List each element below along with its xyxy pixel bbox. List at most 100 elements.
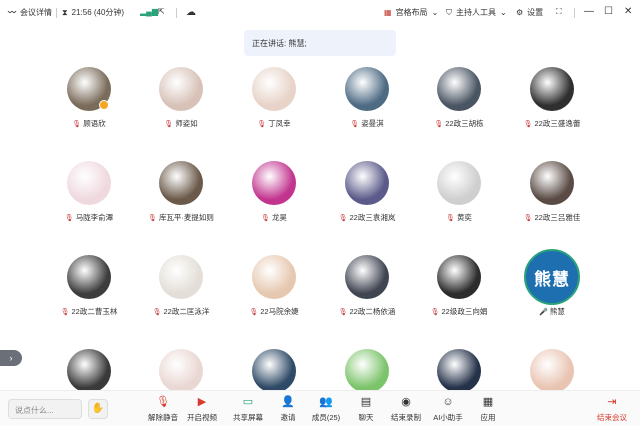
participant-tile[interactable]: 🎙 丁凤幸 — [228, 60, 320, 150]
participant-name-label: 22政二杨依涵 — [349, 307, 396, 316]
avatar — [437, 255, 481, 299]
apps-label: 应用 — [480, 413, 496, 422]
participant-name-label: 22级政三向娟 — [441, 307, 488, 316]
avatar — [530, 161, 574, 205]
chevron-down-icon: ⌄ — [500, 8, 507, 17]
settings-button[interactable]: ⚙ 设置 — [516, 7, 543, 18]
unmute-button[interactable]: 🎙 解除静音 — [141, 395, 185, 423]
participant-tile[interactable]: 🎙 22政三袁湘岚 — [321, 154, 413, 244]
participant-name-label: 22政三吕雅佳 — [534, 213, 581, 222]
close-icon[interactable]: ✕ — [624, 6, 632, 17]
end-meeting-button[interactable]: ⇥ 结束会议 — [590, 395, 634, 423]
mic-muted-icon: 🎙 — [350, 121, 360, 128]
mic-muted-icon: 🎙 — [261, 215, 270, 222]
avatar — [159, 67, 203, 111]
participant-name-label: 熊慧 — [549, 307, 565, 316]
maximize-icon[interactable]: ☐ — [604, 6, 613, 17]
robot-icon: ☺ — [442, 396, 454, 408]
avatar — [345, 67, 389, 111]
participant-tile[interactable]: 🎙 顾语欣 — [43, 60, 135, 150]
avatar — [437, 67, 481, 111]
bottom-toolbar: 说点什么... ✋ 🎙 解除静音 ▶ 开启视频 ▭ 共享屏幕 👤 邀请 👥 成员… — [0, 390, 640, 426]
participant-tile[interactable]: 🎙 22政二曹玉林 — [43, 248, 135, 338]
mic-muted-icon: 🎙 — [257, 121, 267, 128]
avatar — [159, 349, 203, 393]
share-link-icon[interactable]: ⇱ — [158, 7, 165, 16]
mic-muted-icon: 🎙 — [523, 215, 533, 222]
fullscreen-icon[interactable]: ⛶ — [556, 7, 562, 17]
meeting-details-button[interactable]: 〰 会议详情 — [8, 7, 52, 18]
start-video-label: 开启视频 — [187, 413, 217, 422]
chat-button[interactable]: ▤ 聊天 — [344, 395, 388, 423]
participant-tile[interactable]: 🎙 22级政三向娟 — [413, 248, 505, 338]
share-screen-label: 共享屏幕 — [233, 413, 263, 422]
participant-tile[interactable]: 🎙 龙昊 — [228, 154, 320, 244]
avatar — [67, 161, 111, 205]
avatar — [345, 349, 389, 393]
start-video-button[interactable]: ▶ 开启视频 — [180, 395, 224, 423]
signal-icon[interactable]: ▂▄▆ — [140, 7, 158, 16]
participant-name-label: 22政二匡泳洋 — [163, 307, 210, 316]
participant-name: 🎙 库瓦平·麦提如则 — [135, 212, 227, 223]
participant-tile[interactable]: 🎙 22政三胡栋 — [413, 60, 505, 150]
participant-name-label: 顾语欣 — [83, 119, 106, 128]
avatar — [252, 67, 296, 111]
participant-tile[interactable]: 🎙 马陇李俞潭 — [43, 154, 135, 244]
participant-name-label: 库瓦平·麦提如则 — [158, 213, 214, 222]
expand-panel-button[interactable]: › — [0, 350, 22, 366]
mic-muted-icon: 🎙 — [338, 215, 348, 222]
grid-icon: ▦ — [384, 8, 392, 17]
participant-name-label: 22马院余婕 — [260, 307, 299, 316]
participant-tile[interactable]: 熊慧 🎤 熊慧 — [506, 248, 598, 338]
participant-tile[interactable]: 🎙 黄奕 — [413, 154, 505, 244]
participant-tile[interactable]: 🎙 22政三盛逸蕾 — [506, 60, 598, 150]
ai-assistant-button[interactable]: ☺ AI小助手 — [426, 395, 470, 423]
participant-tile[interactable]: 🎙 22政二匡泳洋 — [135, 248, 227, 338]
participant-name: 🎙 22政二匡泳洋 — [135, 306, 227, 317]
mic-muted-icon: 🎙 — [523, 121, 533, 128]
participant-tile[interactable]: 🎙 库瓦平·麦提如则 — [135, 154, 227, 244]
exit-icon: ⇥ — [607, 396, 617, 408]
host-badge-icon — [99, 100, 109, 110]
participant-tile[interactable]: 🎙 22政二杨依涵 — [321, 248, 413, 338]
participant-tile[interactable]: 🎙 22马院余婕 — [228, 248, 320, 338]
host-tools-button[interactable]: ⛉ 主持人工具 ⌄ — [446, 7, 507, 18]
members-label: 成员(25) — [311, 413, 341, 422]
participant-name-label: 姿曼淇 — [361, 119, 384, 128]
top-bar: 〰 会议详情 ⧗ 21:56 (40分钟) ▂▄▆ ⇱ ☁ ▦ 宫格布局 ⌄ ⛉… — [0, 0, 640, 26]
grid-layout-button[interactable]: ▦ 宫格布局 ⌄ — [384, 7, 438, 18]
participant-name-label: 22政三胡栋 — [445, 119, 484, 128]
participant-name: 🎙 龙昊 — [228, 212, 320, 223]
divider — [56, 8, 57, 18]
minimize-icon[interactable]: — — [584, 6, 594, 17]
cloud-record-icon[interactable]: ☁ — [186, 7, 196, 18]
hourglass-icon: ⧗ — [62, 7, 68, 17]
participant-name: 🎙 22政三胡栋 — [413, 118, 505, 129]
chat-icon: ▤ — [360, 396, 372, 408]
participant-name: 🎙 22马院余婕 — [228, 306, 320, 317]
avatar — [345, 161, 389, 205]
gear-icon: ⚙ — [516, 8, 524, 17]
avatar — [530, 349, 574, 393]
participant-name: 🎙 22级政三向娟 — [413, 306, 505, 317]
participant-tile[interactable]: 🎙 师姿如 — [135, 60, 227, 150]
chat-label: 聊天 — [358, 413, 374, 422]
members-button[interactable]: 👥 成员(25) — [304, 395, 348, 423]
chevron-down-icon: ⌄ — [431, 8, 439, 17]
camera-off-icon: ▶ — [197, 396, 207, 408]
share-screen-button[interactable]: ▭ 共享屏幕 — [226, 395, 270, 423]
apps-button[interactable]: ▦ 应用 — [466, 395, 510, 423]
stop-recording-button[interactable]: ◉ 结束录制 — [384, 395, 428, 423]
avatar — [252, 161, 296, 205]
raise-hand-icon[interactable]: ✋ — [88, 399, 108, 419]
divider — [574, 8, 575, 18]
participant-tile[interactable]: 🎙 22政三吕雅佳 — [506, 154, 598, 244]
participant-name: 🎙 黄奕 — [413, 212, 505, 223]
participant-tile[interactable]: 🎙 姿曼淇 — [321, 60, 413, 150]
avatar — [252, 255, 296, 299]
chat-input[interactable]: 说点什么... — [8, 399, 82, 419]
ai-assistant-label: AI小助手 — [433, 413, 463, 422]
share-screen-icon: ▭ — [242, 396, 254, 408]
participant-name-label: 丁凤幸 — [268, 119, 291, 128]
participant-name: 🎙 22政三吕雅佳 — [506, 212, 598, 223]
